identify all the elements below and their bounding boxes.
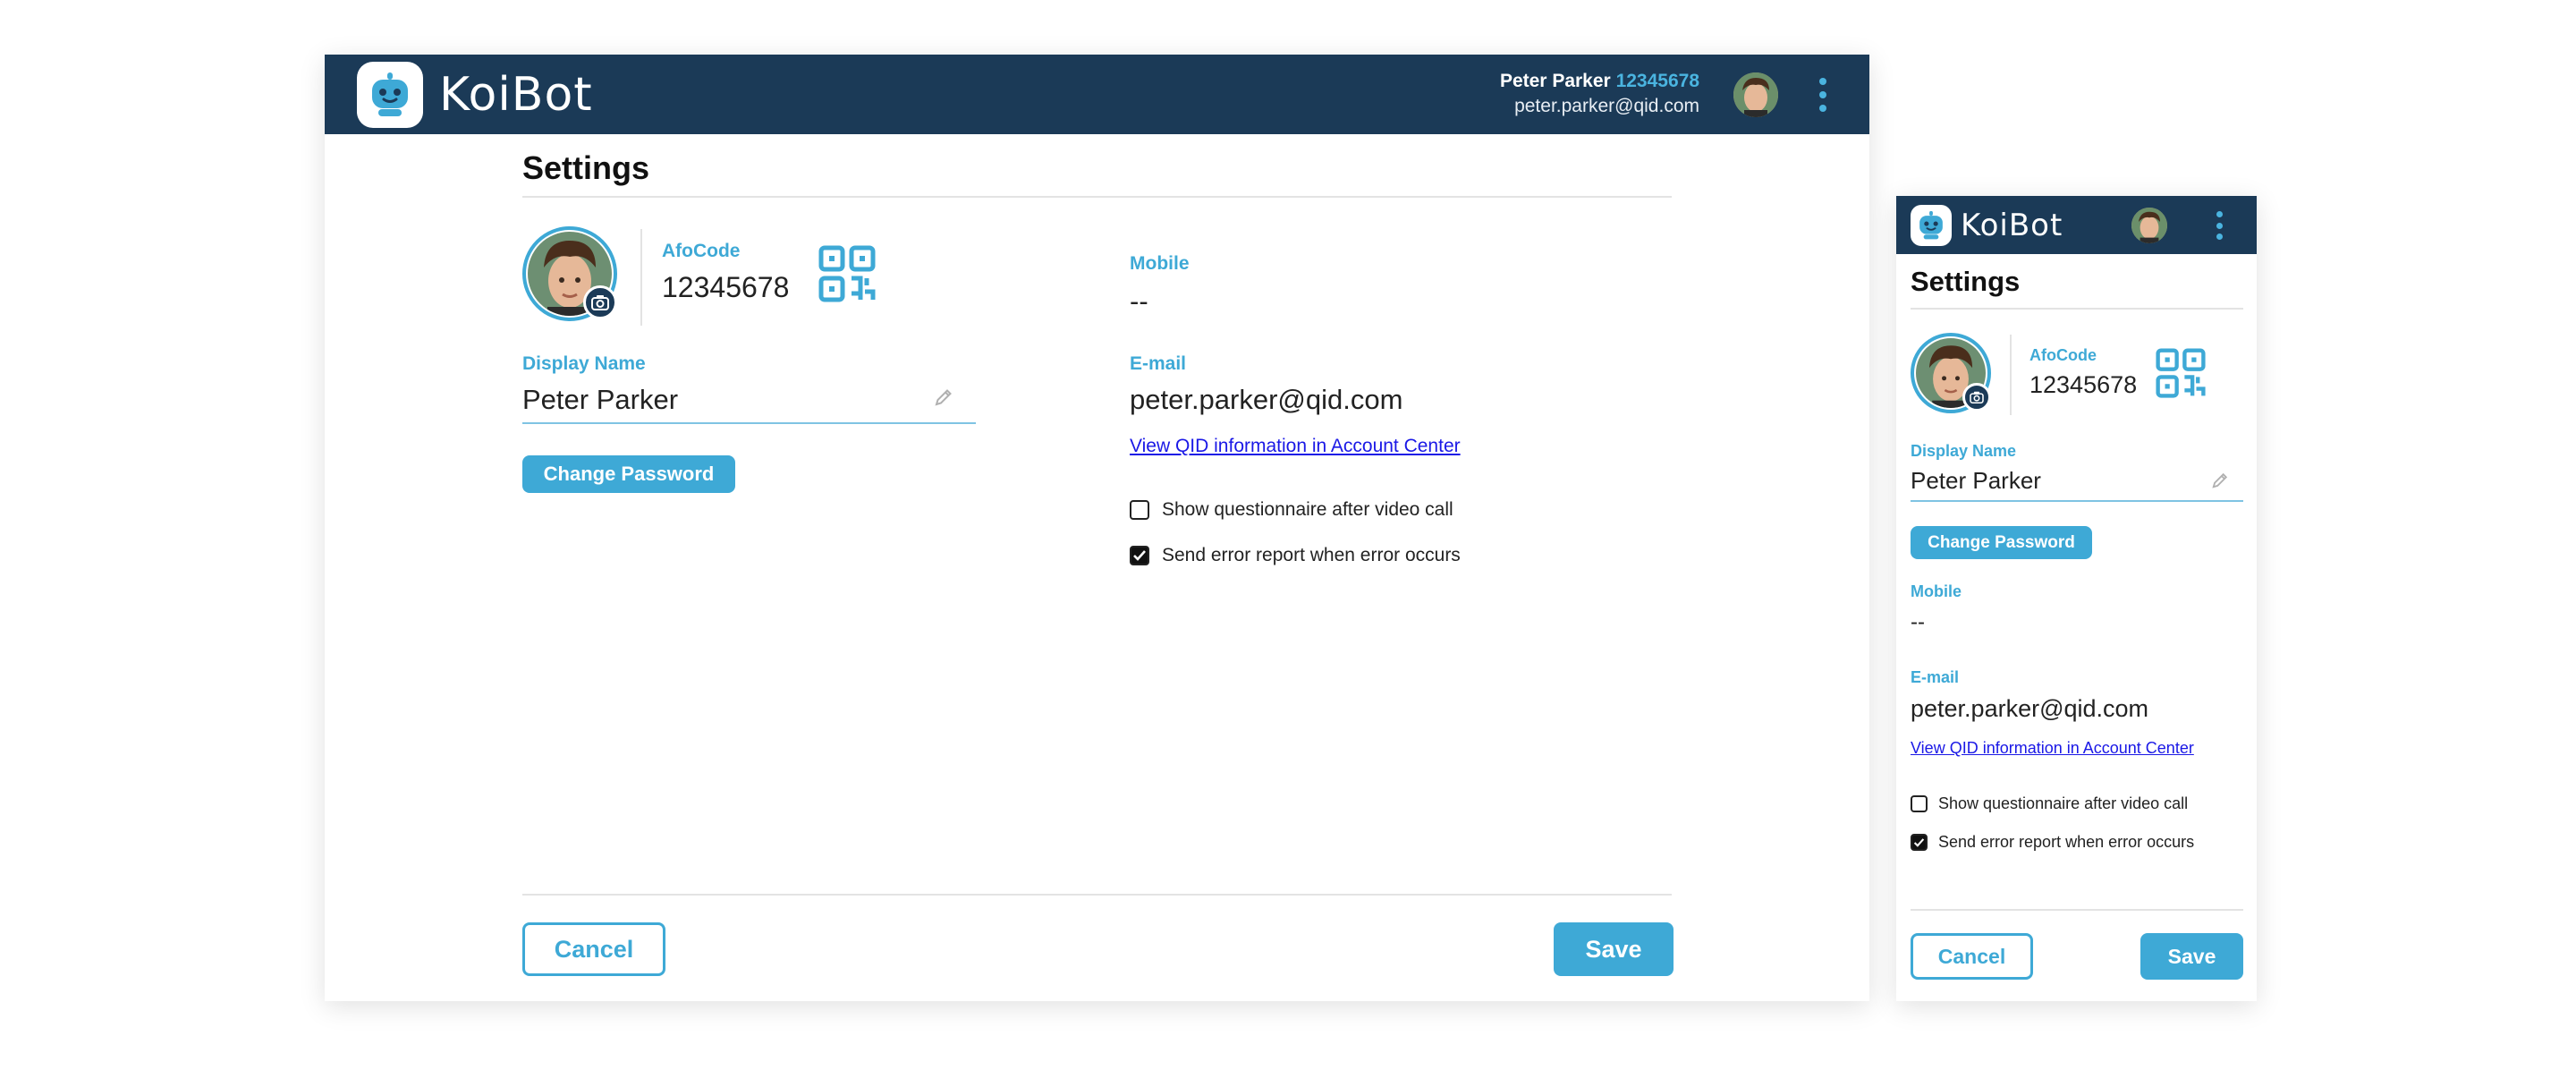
kebab-menu-icon[interactable] bbox=[2215, 211, 2224, 240]
header-user-code: 12345678 bbox=[1615, 71, 1699, 91]
mobile-checkbox-row-questionnaire[interactable]: Show questionnaire after video call bbox=[1911, 794, 2188, 813]
checkmark-icon bbox=[1133, 550, 1146, 561]
mobile-account-center-link[interactable]: View QID information in Account Center bbox=[1911, 739, 2194, 758]
mobile-app-header: KoiBot bbox=[1896, 196, 2257, 254]
koibot-logo-icon bbox=[1911, 205, 1952, 246]
mobile-questionnaire-checkbox[interactable] bbox=[1911, 795, 1928, 812]
footer-divider bbox=[522, 894, 1672, 896]
header-user-info: Peter Parker 12345678 peter.parker@qid.c… bbox=[1500, 71, 1699, 117]
display-name-label: Display Name bbox=[522, 353, 646, 374]
afocode-value: 12345678 bbox=[662, 271, 790, 303]
pencil-icon[interactable] bbox=[2211, 471, 2229, 494]
mobile-app-name: KoiBot bbox=[1961, 208, 2063, 243]
mobile-checkbox-row-error-report[interactable]: Send error report when error occurs bbox=[1911, 833, 2194, 852]
qr-code-icon[interactable] bbox=[2156, 348, 2206, 403]
qr-code-icon[interactable] bbox=[818, 245, 876, 307]
app-header: KoiBot Peter Parker 12345678 peter.parke… bbox=[325, 55, 1869, 134]
title-divider bbox=[522, 196, 1672, 198]
email-label: E-mail bbox=[1130, 353, 1187, 374]
change-password-button[interactable]: Change Password bbox=[522, 455, 735, 493]
header-user-email: peter.parker@qid.com bbox=[1514, 96, 1699, 116]
mobile-page-title: Settings bbox=[1911, 266, 2021, 297]
camera-icon[interactable] bbox=[583, 285, 617, 319]
mobile-header-avatar[interactable] bbox=[2131, 208, 2167, 243]
error-report-checkbox[interactable] bbox=[1130, 546, 1149, 565]
desktop-settings-window: KoiBot Peter Parker 12345678 peter.parke… bbox=[325, 55, 1869, 1001]
questionnaire-checkbox[interactable] bbox=[1130, 500, 1149, 520]
mobile-display-name-underline bbox=[1911, 500, 2243, 502]
koibot-logo-icon bbox=[357, 62, 423, 128]
mobile-footer-divider bbox=[1911, 909, 2243, 911]
account-center-link[interactable]: View QID information in Account Center bbox=[1130, 436, 1461, 457]
mobile-email-value: peter.parker@qid.com bbox=[1911, 695, 2149, 722]
error-report-checkbox-label: Send error report when error occurs bbox=[1162, 545, 1461, 565]
checkbox-row-error-report[interactable]: Send error report when error occurs bbox=[1130, 545, 1461, 566]
mobile-email-label: E-mail bbox=[1911, 668, 1960, 686]
mobile-display-name-label: Display Name bbox=[1911, 442, 2017, 460]
checkbox-row-questionnaire[interactable]: Show questionnaire after video call bbox=[1130, 499, 1453, 521]
email-value: peter.parker@qid.com bbox=[1130, 384, 1403, 415]
mobile-mobile-value: -- bbox=[1911, 610, 1925, 634]
mobile-mobile-label: Mobile bbox=[1911, 582, 1962, 600]
display-name-input[interactable]: Peter Parker bbox=[522, 384, 678, 416]
cancel-button[interactable]: Cancel bbox=[522, 922, 665, 976]
mobile-error-report-checkbox[interactable] bbox=[1911, 834, 1928, 851]
profile-photo[interactable] bbox=[522, 226, 617, 321]
mobile-settings-window: KoiBot Settings AfoCode 12345678 Display… bbox=[1896, 196, 2257, 1001]
pencil-icon[interactable] bbox=[934, 387, 953, 412]
questionnaire-checkbox-label: Show questionnaire after video call bbox=[1162, 499, 1453, 520]
mobile-photo-divider bbox=[2010, 335, 2012, 415]
camera-icon[interactable] bbox=[1962, 383, 1991, 412]
app-logo[interactable]: KoiBot bbox=[357, 62, 593, 128]
app-name: KoiBot bbox=[439, 68, 593, 122]
display-name-underline bbox=[522, 422, 976, 424]
mobile-change-password-button[interactable]: Change Password bbox=[1911, 526, 2092, 559]
mobile-afocode-label: AfoCode bbox=[2029, 346, 2097, 364]
header-avatar[interactable] bbox=[1733, 72, 1778, 117]
mobile-display-name-input[interactable]: Peter Parker bbox=[1911, 467, 2041, 495]
mobile-app-logo[interactable]: KoiBot bbox=[1911, 205, 2063, 246]
afocode-label: AfoCode bbox=[662, 241, 741, 261]
save-button[interactable]: Save bbox=[1554, 922, 1674, 976]
mobile-cancel-button[interactable]: Cancel bbox=[1911, 933, 2033, 980]
mobile-label: Mobile bbox=[1130, 253, 1190, 274]
mobile-profile-photo[interactable] bbox=[1911, 333, 1991, 413]
header-user-name: Peter Parker bbox=[1499, 71, 1611, 91]
mobile-error-report-checkbox-label: Send error report when error occurs bbox=[1938, 833, 2195, 851]
mobile-save-button[interactable]: Save bbox=[2140, 933, 2243, 980]
photo-divider bbox=[640, 229, 642, 326]
checkmark-icon bbox=[1913, 837, 1925, 847]
page-title: Settings bbox=[522, 149, 650, 186]
mobile-afocode-value: 12345678 bbox=[2029, 371, 2138, 398]
kebab-menu-icon[interactable] bbox=[1818, 78, 1828, 112]
mobile-value: -- bbox=[1130, 285, 1148, 317]
mobile-questionnaire-checkbox-label: Show questionnaire after video call bbox=[1938, 794, 2189, 812]
mobile-title-divider bbox=[1911, 308, 2243, 310]
